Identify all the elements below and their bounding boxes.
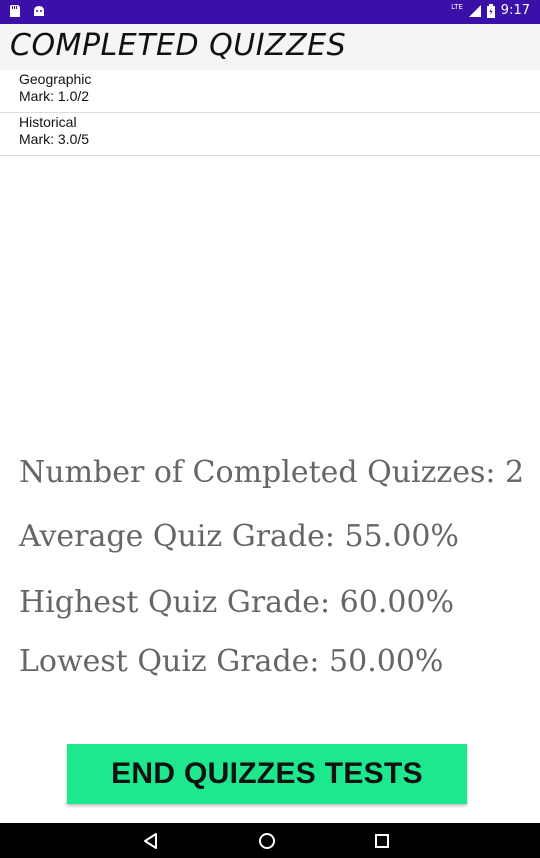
screen: LTE 9:17 COMPLETED QUIZZES Geographic Ma… — [0, 0, 540, 858]
home-icon[interactable] — [257, 831, 277, 851]
recents-icon[interactable] — [372, 831, 392, 851]
lowest-grade-text: Lowest Quiz Grade: 50.00% — [19, 644, 444, 679]
quiz-list-item[interactable]: Geographic Mark: 1.0/2 — [0, 70, 540, 113]
completed-count-text: Number of Completed Quizzes: 2 — [19, 455, 525, 490]
app-bar: COMPLETED QUIZZES — [0, 24, 540, 70]
average-grade-text: Average Quiz Grade: 55.00% — [19, 519, 459, 554]
status-bar: LTE 9:17 — [0, 0, 540, 24]
quiz-list-item[interactable]: Historical Mark: 3.0/5 — [0, 113, 540, 156]
page-title: COMPLETED QUIZZES — [10, 28, 347, 63]
quiz-mark: Mark: 1.0/2 — [19, 88, 90, 104]
android-debug-icon — [34, 6, 44, 16]
battery-icon — [486, 3, 495, 18]
status-right: LTE 9:17 — [451, 2, 530, 19]
quiz-list: Geographic Mark: 1.0/2 Historical Mark: … — [0, 70, 540, 156]
sd-card-icon — [10, 5, 20, 17]
status-left-icons — [8, 4, 46, 18]
back-icon[interactable] — [141, 831, 161, 851]
network-type: LTE — [451, 2, 463, 11]
quiz-mark: Mark: 3.0/5 — [19, 131, 90, 147]
navigation-bar — [0, 823, 540, 858]
status-time: 9:17 — [500, 3, 530, 18]
signal-icon — [468, 4, 481, 17]
end-quizzes-button[interactable]: END QUIZZES TESTS — [67, 744, 467, 804]
quiz-name: Geographic — [19, 71, 92, 87]
highest-grade-text: Highest Quiz Grade: 60.00% — [19, 585, 455, 620]
quiz-name: Historical — [19, 114, 77, 130]
